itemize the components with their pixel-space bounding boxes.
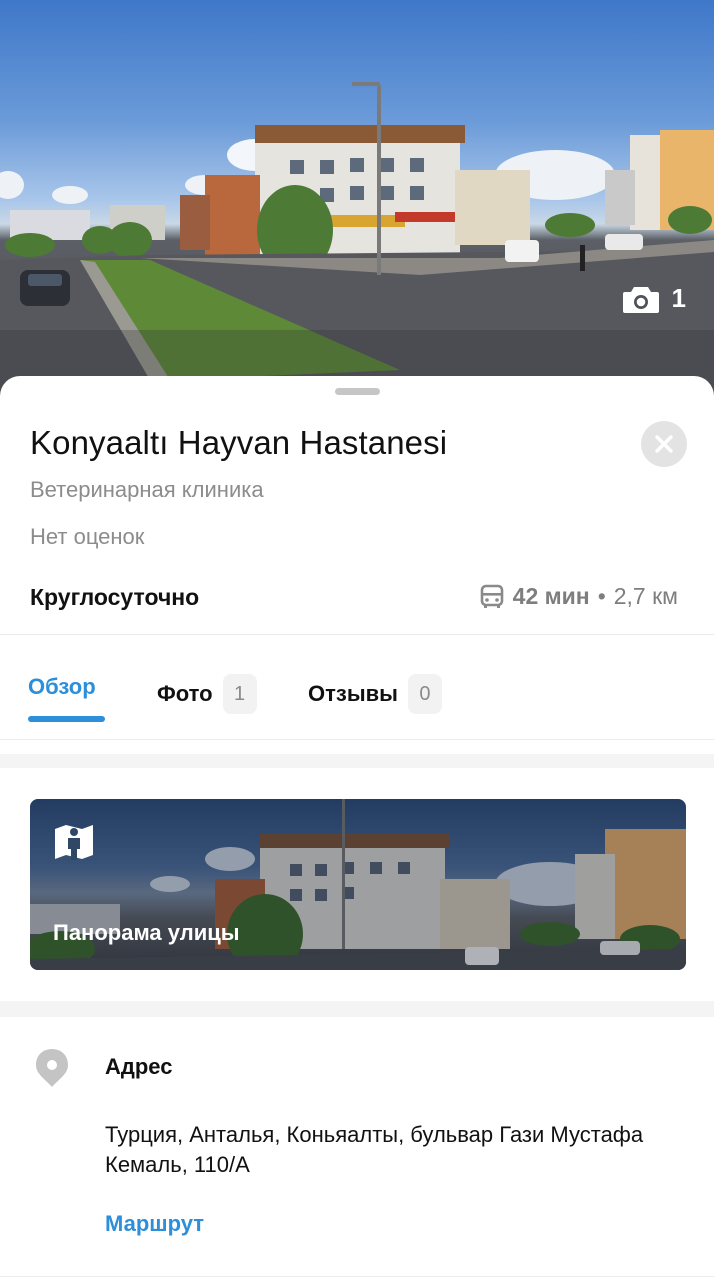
address-text[interactable]: Турция, Анталья, Коньяалты, бульвар Гази… — [105, 1120, 665, 1180]
tab-overview[interactable]: Обзор — [28, 674, 96, 700]
tabs-divider — [0, 739, 714, 740]
location-pin-icon — [36, 1049, 68, 1087]
photo-count-value: 1 — [671, 283, 686, 313]
tab-photos-label: Фото — [157, 681, 213, 706]
active-tab-indicator — [28, 716, 105, 722]
transit-time: 42 мин — [512, 583, 590, 609]
working-hours[interactable]: Круглосуточно — [30, 584, 199, 611]
transit-info[interactable]: 42 мин • 2,7 км — [479, 583, 678, 610]
section-gap — [0, 1001, 714, 1017]
street-panorama-card[interactable]: Панорама улицы — [30, 799, 686, 970]
tab-photos-count: 1 — [222, 674, 257, 714]
street-view-icon — [55, 825, 93, 860]
transit-distance: 2,7 км — [613, 583, 678, 609]
close-icon — [655, 435, 673, 453]
address-title: Адрес — [105, 1054, 173, 1079]
place-category: Ветеринарная клиника — [30, 477, 264, 502]
place-title: Konyaaltı Hayvan Hastanesi — [30, 424, 448, 461]
tab-overview-label: Обзор — [28, 674, 96, 699]
tab-reviews-label: Отзывы — [308, 681, 398, 706]
section-gap — [0, 754, 714, 768]
place-rating[interactable]: Нет оценок — [30, 524, 144, 550]
divider — [0, 1276, 714, 1277]
divider — [0, 634, 714, 635]
route-link[interactable]: Маршрут — [105, 1211, 204, 1237]
close-button[interactable] — [641, 421, 687, 467]
photo-count-badge[interactable]: 1 — [622, 283, 686, 314]
camera-icon — [622, 286, 659, 313]
transit-separator: • — [597, 583, 606, 609]
bus-icon — [480, 584, 503, 608]
panorama-label: Панорама улицы — [53, 920, 240, 945]
tab-reviews[interactable]: Отзывы 0 — [308, 674, 442, 714]
drag-handle[interactable] — [335, 388, 380, 395]
tab-reviews-count: 0 — [407, 674, 442, 714]
street-photo-illustration — [0, 82, 714, 400]
hero-photo[interactable]: 1 — [0, 0, 714, 400]
place-card-sheet: Konyaaltı Hayvan Hastanesi Ветеринарная … — [0, 376, 714, 1280]
tab-photos[interactable]: Фото 1 — [157, 674, 257, 714]
